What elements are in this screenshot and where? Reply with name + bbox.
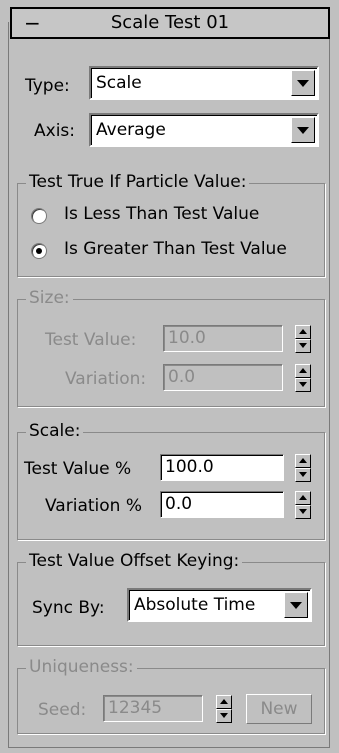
- rollout-title: Scale Test 01: [110, 12, 230, 33]
- size-test-value-field[interactable]: 10.0: [163, 325, 283, 352]
- type-label: Type:: [25, 76, 70, 96]
- type-value: Scale: [96, 73, 142, 93]
- sync-by-value: Absolute Time: [134, 595, 256, 615]
- axis-dropdown-button[interactable]: [291, 117, 315, 143]
- axis-value: Average: [96, 120, 166, 140]
- size-variation-spinner[interactable]: [295, 364, 311, 392]
- size-legend: Size:: [26, 288, 73, 308]
- spinner-up-icon[interactable]: [295, 491, 311, 505]
- radio-less-than[interactable]: [31, 208, 47, 224]
- spinner-down-icon[interactable]: [295, 378, 311, 392]
- rollout-titlebar[interactable]: − Scale Test 01: [10, 7, 330, 39]
- scale-variation-label: Variation %: [45, 496, 142, 516]
- chevron-down-icon: [297, 127, 309, 134]
- scale-test-value-field[interactable]: 100.0: [160, 454, 284, 481]
- spinner-up-icon[interactable]: [295, 325, 311, 339]
- offset-keying-legend: Test Value Offset Keying:: [26, 551, 243, 571]
- size-test-value-label: Test Value:: [45, 330, 137, 350]
- spinner-up-icon[interactable]: [216, 695, 232, 709]
- scale-test-value-spinner[interactable]: [295, 454, 311, 482]
- axis-dropdown[interactable]: Average: [89, 113, 319, 147]
- size-variation-label: Variation:: [65, 369, 147, 389]
- sync-by-dropdown-button[interactable]: [284, 592, 308, 618]
- test-true-legend: Test True If Particle Value:: [26, 172, 250, 192]
- uniqueness-legend: Uniqueness:: [26, 657, 137, 677]
- type-dropdown[interactable]: Scale: [89, 66, 319, 100]
- seed-field[interactable]: 12345: [103, 695, 203, 722]
- scale-test-value-label: Test Value %: [24, 459, 132, 479]
- chevron-down-icon: [297, 80, 309, 87]
- sync-by-label: Sync By:: [32, 598, 105, 618]
- radio-greater-than[interactable]: [31, 243, 47, 259]
- scale-variation-spinner[interactable]: [295, 491, 311, 519]
- spinner-down-icon[interactable]: [295, 468, 311, 482]
- scale-variation-field[interactable]: 0.0: [160, 491, 284, 518]
- test-true-group: Test True If Particle Value:: [17, 172, 325, 277]
- new-seed-button[interactable]: New: [246, 694, 312, 724]
- radio-greater-than-label[interactable]: Is Greater Than Test Value: [64, 239, 287, 259]
- seed-label: Seed:: [38, 700, 87, 720]
- scale-legend: Scale:: [26, 421, 84, 441]
- scale-group: Scale:: [17, 421, 325, 540]
- spinner-up-icon[interactable]: [295, 364, 311, 378]
- size-variation-field[interactable]: 0.0: [163, 364, 283, 391]
- radio-less-than-label[interactable]: Is Less Than Test Value: [64, 204, 259, 224]
- sync-by-dropdown[interactable]: Absolute Time: [127, 588, 312, 622]
- spinner-down-icon[interactable]: [295, 505, 311, 519]
- type-dropdown-button[interactable]: [291, 70, 315, 96]
- spinner-down-icon[interactable]: [216, 709, 232, 723]
- seed-spinner[interactable]: [216, 695, 232, 723]
- chevron-down-icon: [290, 602, 302, 609]
- spinner-up-icon[interactable]: [295, 454, 311, 468]
- spinner-down-icon[interactable]: [295, 339, 311, 353]
- axis-label: Axis:: [34, 121, 75, 141]
- size-test-value-spinner[interactable]: [295, 325, 311, 353]
